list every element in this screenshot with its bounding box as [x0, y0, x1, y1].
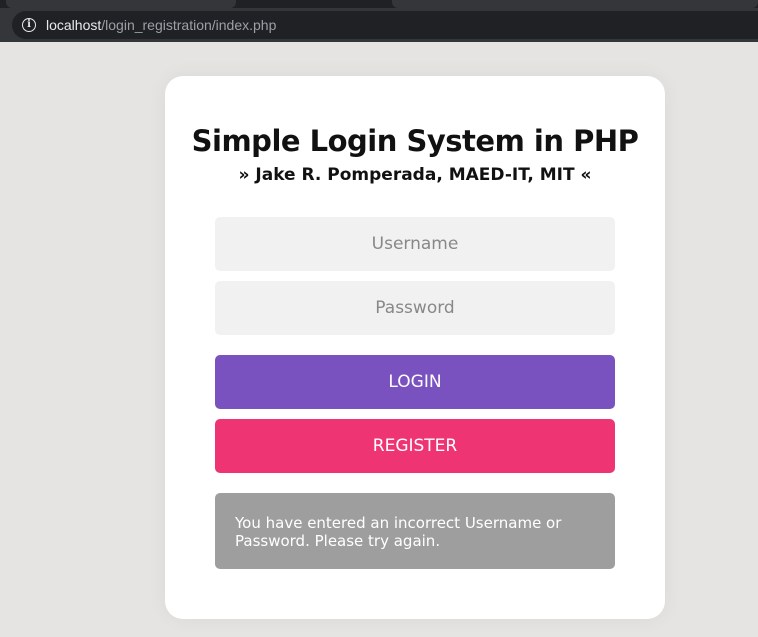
password-input[interactable] [215, 281, 615, 335]
url-path: /login_registration/index.php [101, 17, 277, 33]
page-title: Simple Login System in PHP [191, 124, 639, 158]
browser-tab[interactable] [392, 0, 758, 8]
username-input[interactable] [215, 217, 615, 271]
browser-tab-strip [0, 0, 758, 8]
address-bar[interactable]: i localhost/login_registration/index.php [12, 11, 758, 39]
url-host: localhost [46, 17, 102, 33]
error-alert: You have entered an incorrect Username o… [215, 493, 615, 569]
register-button[interactable]: REGISTER [215, 419, 615, 473]
browser-toolbar: i localhost/login_registration/index.php [0, 8, 758, 42]
browser-tab[interactable] [6, 0, 236, 8]
info-icon[interactable]: i [22, 18, 36, 32]
address-url[interactable]: localhost/login_registration/index.php [46, 17, 276, 33]
author-subtitle: » Jake R. Pomperada, MAED-IT, MIT « [238, 165, 592, 185]
login-button[interactable]: LOGIN [215, 355, 615, 409]
login-card: Simple Login System in PHP » Jake R. Pom… [165, 76, 665, 619]
